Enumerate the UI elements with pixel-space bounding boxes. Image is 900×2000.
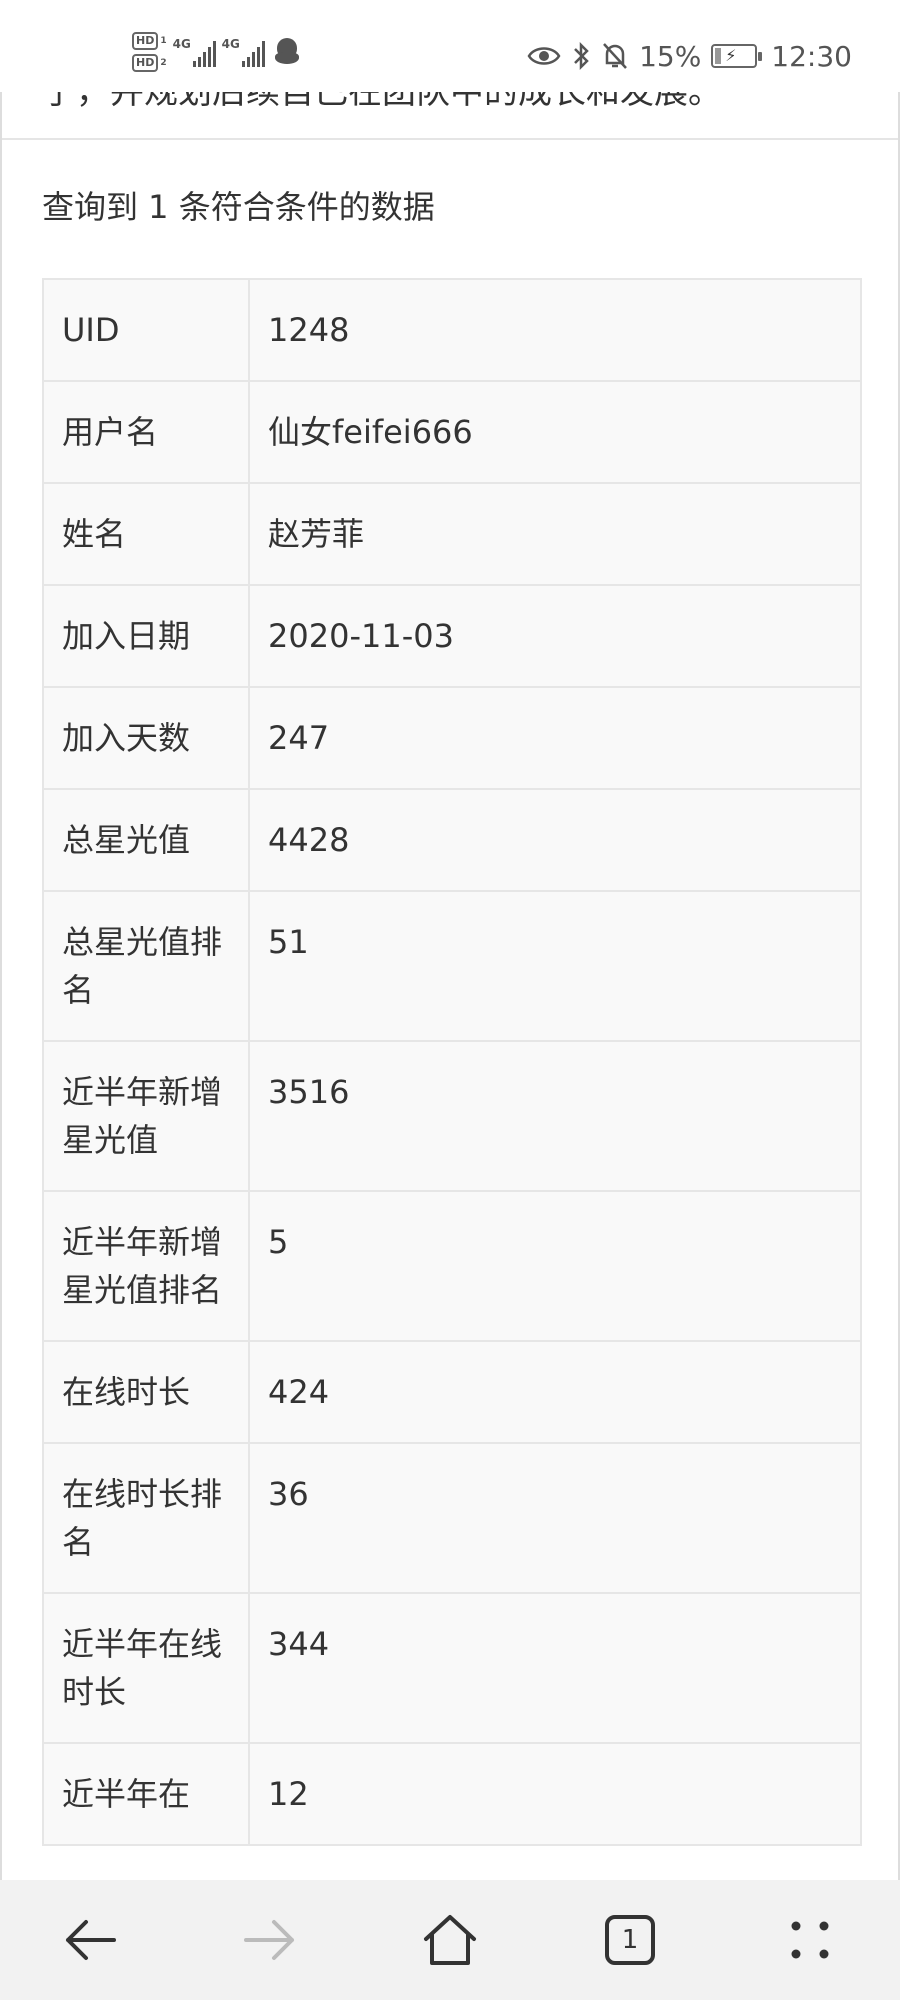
field-label: 近半年在线时长 bbox=[42, 1592, 250, 1744]
table-row: 在线时长 424 bbox=[42, 1340, 862, 1444]
table-row: 加入天数 247 bbox=[42, 686, 862, 790]
tabs-icon: 1 bbox=[605, 1915, 655, 1965]
bottom-nav-bar: 1 bbox=[0, 1880, 900, 2000]
field-label: 姓名 bbox=[42, 482, 250, 586]
table-row: UID 1248 bbox=[42, 278, 862, 382]
forward-arrow-icon bbox=[244, 1920, 294, 1960]
query-result-summary: 查询到 1 条符合条件的数据 bbox=[42, 188, 435, 226]
field-label: 在线时长 bbox=[42, 1340, 250, 1444]
field-label: 加入日期 bbox=[42, 584, 250, 688]
hd2-num: 2 bbox=[160, 58, 167, 68]
table-row: 在线时长排名 36 bbox=[42, 1442, 862, 1594]
field-label: 总星光值排名 bbox=[42, 890, 250, 1042]
field-value: 仙女feifei666 bbox=[248, 380, 862, 484]
eye-icon bbox=[527, 47, 561, 65]
status-right-group: 15% ⚡ 12:30 bbox=[527, 36, 852, 76]
field-label: 用户名 bbox=[42, 380, 250, 484]
field-label: 加入天数 bbox=[42, 686, 250, 790]
battery-percent: 15% bbox=[639, 39, 702, 73]
intro-text-fragment: 了，并规划后续自己在团队中的成长和发展。 bbox=[42, 92, 722, 112]
status-bar: HD 1 HD 2 4G 4G 15% ⚡ 12:30 bbox=[0, 0, 900, 92]
table-row: 近半年新增星光值 3516 bbox=[42, 1040, 862, 1192]
qq-icon bbox=[274, 38, 299, 66]
field-value: 3516 bbox=[248, 1040, 862, 1192]
hd1-label: HD bbox=[132, 32, 159, 50]
net1-label: 4G bbox=[172, 37, 191, 51]
field-value: 36 bbox=[248, 1442, 862, 1594]
table-row: 总星光值排名 51 bbox=[42, 890, 862, 1042]
member-info-table: UID 1248 用户名 仙女feifei666 姓名 赵芳菲 加入日期 2020-11-03… bbox=[42, 278, 862, 1846]
field-value: 4428 bbox=[248, 788, 862, 892]
hd-indicators: HD 1 HD 2 bbox=[132, 32, 167, 72]
field-label: UID bbox=[42, 278, 250, 382]
field-value: 51 bbox=[248, 890, 862, 1042]
field-label: 近半年新增星光值 bbox=[42, 1040, 250, 1192]
field-value: 247 bbox=[248, 686, 862, 790]
bell-off-icon bbox=[603, 43, 627, 69]
table-row: 总星光值 4428 bbox=[42, 788, 862, 892]
signal-1-icon: 4G bbox=[173, 37, 216, 67]
back-arrow-icon bbox=[66, 1920, 116, 1960]
table-row: 近半年新增星光值排名 5 bbox=[42, 1190, 862, 1342]
field-value: 344 bbox=[248, 1592, 862, 1744]
status-time: 12:30 bbox=[771, 39, 852, 73]
table-row: 姓名 赵芳菲 bbox=[42, 482, 862, 586]
hd1-badge: HD 1 bbox=[132, 32, 167, 50]
net2-label: 4G bbox=[221, 37, 240, 51]
field-label: 近半年新增星光值排名 bbox=[42, 1190, 250, 1342]
hd1-num: 1 bbox=[160, 36, 167, 46]
content-card: 了，并规划后续自己在团队中的成长和发展。 查询到 1 条符合条件的数据 UID 1… bbox=[0, 92, 900, 1880]
field-label: 在线时长排名 bbox=[42, 1442, 250, 1594]
more-icon bbox=[791, 1921, 829, 1959]
hd2-badge: HD 2 bbox=[132, 54, 167, 72]
field-value: 2020-11-03 bbox=[248, 584, 862, 688]
forward-button[interactable] bbox=[180, 1880, 360, 2000]
card-divider bbox=[2, 138, 898, 140]
signal-2-icon: 4G bbox=[222, 37, 265, 67]
more-button[interactable] bbox=[720, 1880, 900, 2000]
battery-charging-icon: ⚡ bbox=[711, 44, 763, 68]
field-label: 近半年在 bbox=[42, 1742, 250, 1846]
field-value: 12 bbox=[248, 1742, 862, 1846]
bluetooth-icon bbox=[574, 41, 589, 71]
table-row: 用户名 仙女feifei666 bbox=[42, 380, 862, 484]
field-label: 总星光值 bbox=[42, 788, 250, 892]
table-row: 近半年在 12 bbox=[42, 1742, 862, 1846]
status-left-group: HD 1 HD 2 4G 4G bbox=[132, 30, 299, 74]
hd2-label: HD bbox=[132, 54, 159, 72]
tabs-button[interactable]: 1 bbox=[540, 1880, 720, 2000]
browser-screen: HD 1 HD 2 4G 4G 15% ⚡ 12:30 了，并规划后续自己在团队… bbox=[0, 0, 900, 2000]
field-value: 1248 bbox=[248, 278, 862, 382]
back-button[interactable] bbox=[0, 1880, 180, 2000]
table-row: 加入日期 2020-11-03 bbox=[42, 584, 862, 688]
home-icon bbox=[424, 1915, 476, 1965]
home-button[interactable] bbox=[360, 1880, 540, 2000]
tab-count: 1 bbox=[621, 1925, 639, 1955]
page-content[interactable]: 了，并规划后续自己在团队中的成长和发展。 查询到 1 条符合条件的数据 UID 1… bbox=[0, 92, 900, 1880]
field-value: 5 bbox=[248, 1190, 862, 1342]
table-row: 近半年在线时长 344 bbox=[42, 1592, 862, 1744]
field-value: 424 bbox=[248, 1340, 862, 1444]
field-value: 赵芳菲 bbox=[248, 482, 862, 586]
